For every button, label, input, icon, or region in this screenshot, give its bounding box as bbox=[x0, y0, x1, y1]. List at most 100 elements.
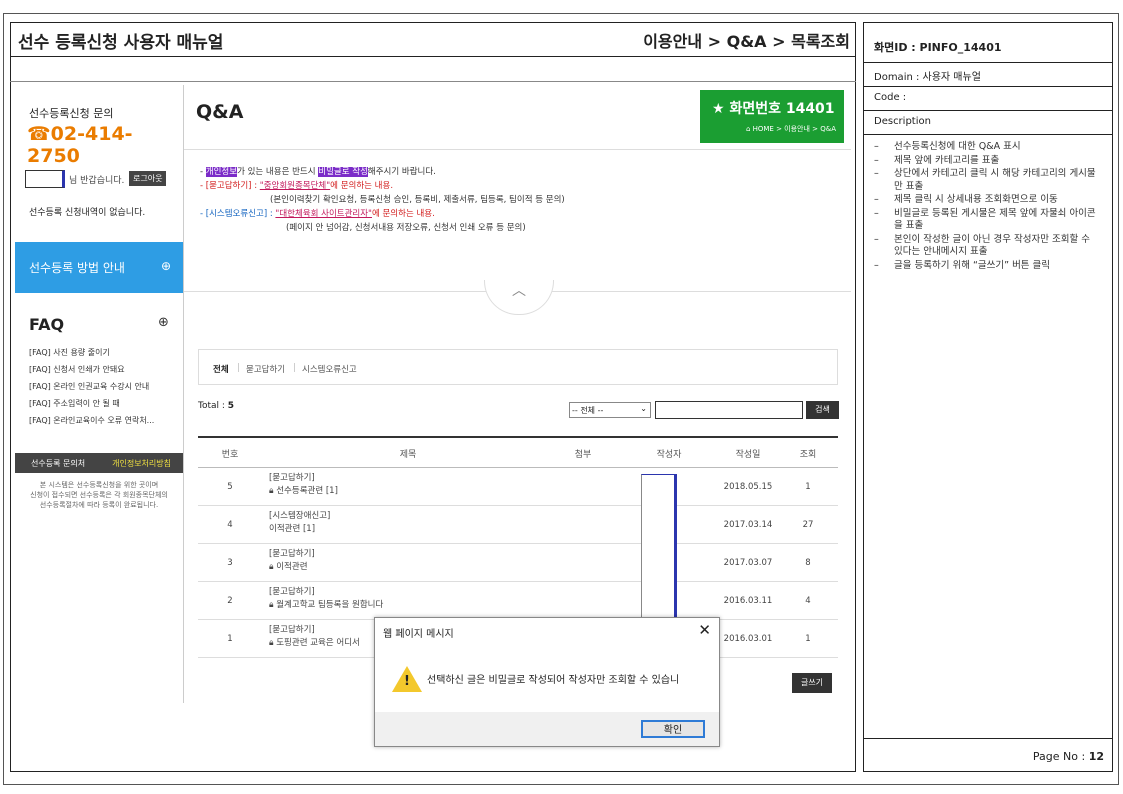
row-title[interactable]: [묻고답하기] 🔒︎ 월계고학교 팀등록을 원합니다 bbox=[269, 586, 383, 612]
notice-text-part: 에 문의하는 내용. bbox=[371, 209, 435, 219]
col-title: 제목 bbox=[399, 450, 417, 460]
table-header: 번호 제목 첨부 작성자 작성일 조회 bbox=[198, 438, 838, 468]
search-input[interactable] bbox=[655, 401, 803, 419]
description-item: 제목 앞에 카테고리를 표출 bbox=[874, 155, 1100, 168]
row-date: 2017.03.07 bbox=[723, 558, 773, 568]
category-tabs: 전체 | 묻고답하기 | 시스템오류신고 bbox=[198, 349, 838, 385]
row-views: 1 bbox=[805, 634, 811, 644]
tab-all[interactable]: 전체 bbox=[213, 363, 229, 375]
row-views: 27 bbox=[802, 520, 814, 530]
table-row[interactable]: 4 [시스템장애신고] 이적관련 [1] 2017.03.14 27 bbox=[198, 506, 838, 544]
ok-button[interactable]: 확인 bbox=[641, 720, 705, 738]
faq-title: FAQ bbox=[29, 315, 65, 334]
dialog-message: 선택하신 글은 비밀글로 작성되어 작성자만 조회할 수 있습니 bbox=[427, 675, 680, 686]
select-value: -- 전체 -- bbox=[572, 406, 604, 415]
tab-separator: | bbox=[237, 363, 240, 373]
row-category: [묻고답하기] bbox=[269, 473, 315, 483]
notice-line-4: - [시스템오류신고] : "대한체육회 사이트관리자"에 문의하는 내용. bbox=[200, 207, 565, 221]
description-item: 선수등록신청에 대한 Q&A 표시 bbox=[874, 141, 1100, 154]
row-views: 8 bbox=[805, 558, 811, 568]
notice-category: - [시스템오류신고] : bbox=[200, 209, 276, 219]
faq-more-icon[interactable]: ⊕ bbox=[158, 315, 169, 330]
row-no: 2 bbox=[227, 596, 233, 606]
notice-text-part: 해주시기 바랍니다. bbox=[367, 167, 436, 177]
notice-line-1: - 개인정보가 있는 내용은 반드시 비밀글로 작성해주시기 바랍니다. bbox=[200, 165, 565, 179]
description-item: 글을 등록하기 위해 “글쓰기” 버튼 클릭 bbox=[874, 260, 1100, 273]
total-number: 5 bbox=[227, 401, 235, 411]
faq-item[interactable]: [FAQ] 주소입력이 안 될 때 bbox=[29, 395, 154, 412]
row-title-text: 월계고학교 팀등록을 원합니다 bbox=[276, 600, 384, 610]
screen-number-text: 화면번호 14401 bbox=[729, 101, 835, 117]
page-number: Page No : 12 bbox=[1033, 750, 1104, 763]
highlight-personal-info: 개인정보 bbox=[205, 167, 238, 177]
registration-guide-button[interactable]: 선수등록 방법 안내 ⊕ bbox=[15, 242, 183, 293]
close-icon[interactable]: ✕ bbox=[698, 621, 711, 639]
manual-subbar bbox=[10, 57, 856, 82]
table-row[interactable]: 3 [묻고답하기] 🔒︎ 이적관련 2017.03.07 8 bbox=[198, 544, 838, 582]
collapse-arrow-button[interactable]: ︿ bbox=[484, 280, 554, 315]
notice-line-2: - [묻고답하기] : "중앙회원종목단체"에 문의하는 내용. bbox=[200, 179, 565, 193]
highlight-secret: 비밀글로 작성 bbox=[318, 167, 368, 177]
row-category: [묻고답하기] bbox=[269, 625, 315, 635]
location-breadcrumb: ⌂ HOME > 이용안내 > Q&A bbox=[746, 124, 836, 134]
phone-icon: ☎ bbox=[27, 123, 51, 145]
footer-note-line: 신청이 접수되면 선수등록은 각 회원종목단체의 bbox=[30, 491, 168, 499]
category-select[interactable]: -- 전체 -- ⌄ bbox=[569, 402, 651, 418]
col-writer: 작성자 bbox=[656, 450, 682, 460]
sidebar-footer-note: 본 시스템은 선수등록신청을 위한 곳이며 신청이 접수되면 선수등록은 각 회… bbox=[15, 480, 183, 510]
manual-header: 선수 등록신청 사용자 매뉴얼 이용안내 > Q&A > 목록조회 bbox=[10, 22, 856, 57]
code-line: Code : bbox=[864, 87, 1112, 111]
row-date: 2016.03.01 bbox=[723, 634, 773, 644]
row-title[interactable]: [묻고답하기] 🔒︎ 이적관련 bbox=[269, 548, 315, 574]
col-date: 작성일 bbox=[735, 450, 761, 460]
description-item: 본인이 작성한 글이 아닌 경우 작성자만 조회할 수 있다는 안내메시지 표출 bbox=[874, 234, 1100, 259]
description-list: 선수등록신청에 대한 Q&A 표시 제목 앞에 카테고리를 표출 상단에서 카테… bbox=[874, 141, 1100, 273]
faq-list: [FAQ] 사진 용량 줄이기 [FAQ] 신청서 인쇄가 안돼요 [FAQ] … bbox=[29, 344, 154, 429]
tab-qna[interactable]: 묻고답하기 bbox=[246, 363, 285, 375]
chevron-up-icon: ︿ bbox=[512, 283, 526, 299]
guide-label: 선수등록 방법 안내 bbox=[29, 261, 125, 275]
faq-item[interactable]: [FAQ] 신청서 인쇄가 안돼요 bbox=[29, 361, 154, 378]
row-title[interactable]: [시스템장애신고] 이적관련 [1] bbox=[269, 510, 330, 536]
row-category: [묻고답하기] bbox=[269, 587, 315, 597]
manual-title: 선수 등록신청 사용자 매뉴얼 bbox=[18, 33, 224, 53]
row-title[interactable]: [묻고답하기] 🔒︎ 도핑관련 교육은 어디서 bbox=[269, 624, 360, 650]
logout-button[interactable]: 로그아웃 bbox=[129, 171, 167, 186]
divider bbox=[184, 149, 851, 150]
faq-item[interactable]: [FAQ] 온라인 인권교육 수강시 안내 bbox=[29, 378, 154, 395]
writer-redaction-box bbox=[641, 474, 677, 622]
footer-note-line: 선수등록절차에 따라 등록이 완료됩니다. bbox=[39, 501, 159, 509]
tab-separator: | bbox=[293, 363, 296, 373]
screen-number-title: ★ 화면번호 14401 bbox=[712, 98, 835, 118]
page-title: Q&A bbox=[196, 101, 244, 123]
row-date: 2017.03.14 bbox=[723, 520, 773, 530]
dialog-title: 웹 페이지 메시지 bbox=[383, 629, 454, 640]
faq-item[interactable]: [FAQ] 온라인교육이수 오류 연락처... bbox=[29, 412, 154, 429]
sidebar-footer-bar: 선수등록 문의처 개인정보처리방침 bbox=[15, 453, 183, 473]
row-title-text: 선수등록관련 [1] bbox=[276, 486, 338, 496]
notice-text: - 개인정보가 있는 내용은 반드시 비밀글로 작성해주시기 바랍니다. - [… bbox=[200, 165, 565, 235]
page-no-value: 12 bbox=[1088, 750, 1104, 763]
screen-id: 화면ID : PINFO_14401 bbox=[864, 23, 1112, 63]
notice-line-3: (본인이력찾기 확인요청, 등록신청 승인, 등록비, 제출서류, 팀등록, 팀… bbox=[270, 195, 565, 205]
divider bbox=[864, 738, 1112, 739]
row-date: 2018.05.15 bbox=[723, 482, 773, 492]
row-category: [시스템장애신고] bbox=[269, 511, 331, 521]
table-row[interactable]: 2 [묻고답하기] 🔒︎ 월계고학교 팀등록을 원합니다 2016.03.11 4 bbox=[198, 582, 838, 620]
row-title-text: 도핑관련 교육은 어디서 bbox=[276, 638, 360, 648]
star-icon: ★ bbox=[712, 101, 730, 117]
row-title[interactable]: [묻고답하기] 🔒︎ 선수등록관련 [1] bbox=[269, 472, 338, 498]
footer-contact-link[interactable]: 선수등록 문의처 bbox=[31, 458, 85, 469]
home-icon: ⌂ bbox=[745, 125, 753, 133]
footer-privacy-link[interactable]: 개인정보처리방침 bbox=[112, 458, 171, 469]
phone-number: ☎02-414-2750 bbox=[27, 123, 183, 167]
tab-system-error[interactable]: 시스템오류신고 bbox=[302, 363, 357, 375]
faq-item[interactable]: [FAQ] 사진 용량 줄이기 bbox=[29, 344, 154, 361]
total-label: Total : bbox=[198, 401, 228, 411]
search-button[interactable]: 검색 bbox=[806, 401, 839, 419]
description-item: 제목 클릭 시 상세내용 조회화면으로 이동 bbox=[874, 194, 1100, 207]
welcome-text: 님 반갑습니다. bbox=[69, 176, 125, 186]
write-button[interactable]: 글쓰기 bbox=[792, 673, 832, 693]
table-row[interactable]: 5 [묻고답하기] 🔒︎ 선수등록관련 [1] 2018.05.15 1 bbox=[198, 468, 838, 506]
row-category: [묻고답하기] bbox=[269, 549, 315, 559]
